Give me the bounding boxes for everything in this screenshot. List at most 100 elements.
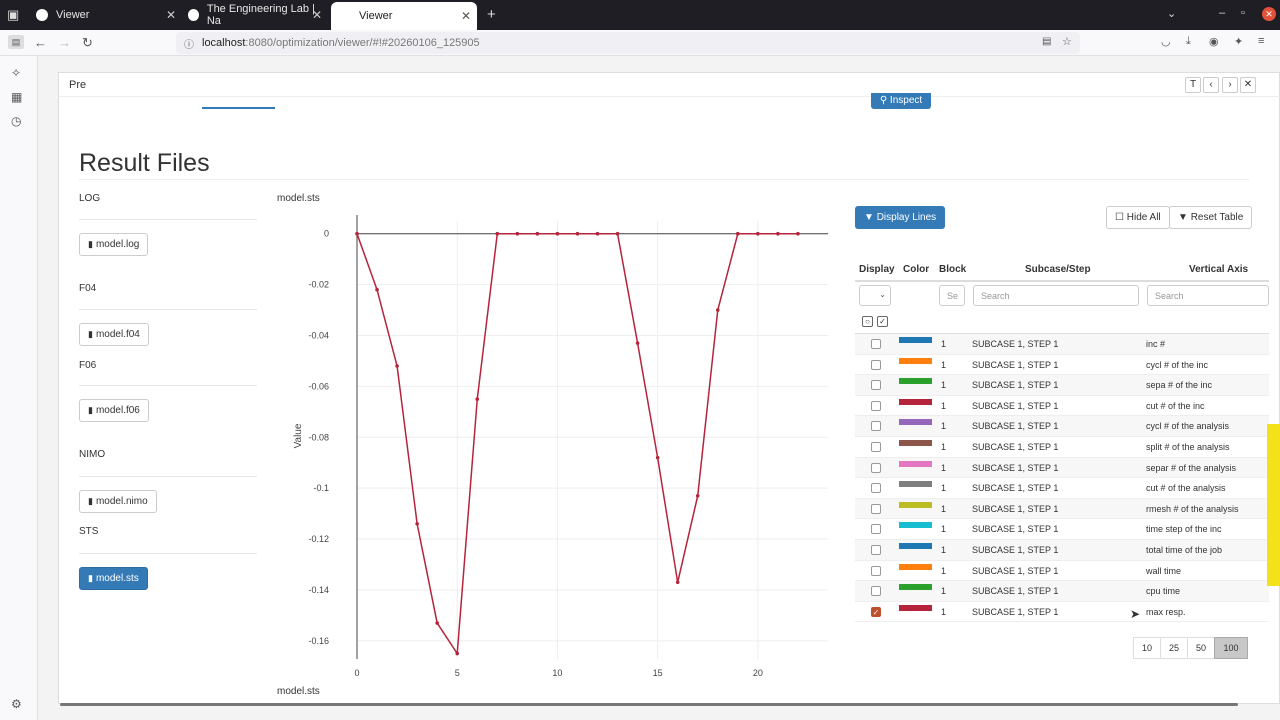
menu-icon[interactable]: ≡ [1258,35,1264,47]
maximize-icon[interactable]: ▫ [1241,7,1245,19]
display-checkbox[interactable] [871,359,881,370]
ai-chat-icon[interactable]: ✧ [11,66,21,80]
table-row[interactable]: 1 SUBCASE 1, STEP 1 separ # of the analysi… [855,457,1269,479]
table-row[interactable]: 1 SUBCASE 1, STEP 1 time step of the inc [855,519,1269,540]
display-checkbox[interactable] [871,400,881,411]
header-display[interactable]: Display [859,264,895,275]
display-checkbox[interactable] [871,503,881,514]
close-tab-icon[interactable]: ✕ [166,8,176,22]
reset-table-button[interactable]: ▼ Reset Table [1169,206,1253,229]
extensions-icon[interactable]: ✦ [1234,35,1243,48]
table-row[interactable]: 1 SUBCASE 1, STEP 1 total time of the job [855,539,1269,561]
prev-icon[interactable]: ‹ [1203,77,1219,93]
bookmark-star-icon[interactable]: ☆ [1062,35,1072,48]
close-tab-icon[interactable]: ✕ [461,9,471,23]
file-button-log[interactable]: ▮ model.log [79,233,149,256]
text-format-icon[interactable]: T [1185,77,1201,93]
browser-tab-2[interactable]: The Engineering Lab | Na ✕ [180,0,328,30]
file-button-f04[interactable]: ▮ model.f04 [79,323,149,346]
display-checkbox[interactable] [871,586,881,597]
deselect-all-icon[interactable]: ○ [862,316,873,327]
table-row[interactable]: 1 SUBCASE 1, STEP 1 cpu time [855,581,1269,602]
history-icon[interactable]: ◷ [11,114,21,128]
page-size-button[interactable]: 25 [1160,637,1188,659]
site-info-icon[interactable]: ⓘ [184,36,194,51]
display-checkbox[interactable] [871,441,881,452]
color-swatch[interactable] [899,337,932,343]
reader-view-icon[interactable]: ▤ [1042,36,1051,47]
color-swatch[interactable] [899,501,932,508]
header-subcase[interactable]: Subcase/Step [1025,264,1091,275]
table-row[interactable]: 1 SUBCASE 1, STEP 1 inc # [855,334,1269,355]
color-swatch[interactable] [899,522,932,529]
tab-overview-icon[interactable]: ▣ [7,7,19,23]
color-swatch[interactable] [899,357,932,364]
table-row[interactable]: 1 SUBCASE 1, STEP 1 wall time [855,561,1269,582]
account-icon[interactable]: ◉ [1209,35,1219,48]
color-swatch[interactable] [899,563,932,570]
color-swatch[interactable] [899,604,932,611]
color-swatch[interactable] [899,419,932,426]
file-button-nimo[interactable]: ▮ model.nimo [79,490,157,513]
new-tab-icon[interactable]: + [487,6,496,23]
back-icon[interactable]: ← [34,35,47,50]
select-all-icon[interactable]: ✓ [877,316,888,327]
page-size-button[interactable]: 50 [1187,637,1215,659]
minimize-icon[interactable]: – [1219,7,1225,19]
file-button-sts[interactable]: ▮ model.sts [79,567,148,590]
browser-tab-1[interactable]: Viewer ✕ [28,0,182,30]
color-swatch[interactable] [899,584,932,591]
page-size-button[interactable]: 10 [1133,637,1161,659]
close-window-icon[interactable]: ✕ [1262,7,1276,21]
close-tab-icon[interactable]: ✕ [312,8,322,22]
reload-icon[interactable]: ↻ [82,35,93,51]
color-swatch[interactable] [899,439,932,446]
inspect-button[interactable]: ⚲ Inspect [871,93,931,109]
horizontal-scrollbar[interactable] [60,703,1238,706]
downloads-icon[interactable]: ⤓ [1186,35,1191,48]
color-swatch[interactable] [899,460,932,467]
table-row[interactable]: 1 SUBCASE 1, STEP 1 cut # of the analysis [855,478,1269,499]
synced-tabs-icon[interactable]: ▦ [11,90,22,104]
color-swatch[interactable] [899,398,932,405]
display-checkbox[interactable] [871,544,881,555]
close-panel-icon[interactable]: ✕ [1240,77,1256,93]
hide-all-button[interactable]: ☐ Hide All [1106,206,1170,229]
display-filter-select[interactable]: ⌄ [859,285,891,306]
settings-gear-icon[interactable]: ⚙ [11,697,22,711]
color-swatch[interactable] [899,542,932,549]
display-checkbox[interactable] [871,565,881,576]
pocket-icon[interactable]: ◡ [1161,35,1171,48]
header-block[interactable]: Block [939,264,966,275]
vertical-filter-input[interactable]: Search [1147,285,1269,306]
display-checkbox[interactable] [871,380,881,391]
block-filter-input[interactable]: Se [939,285,965,306]
sidebar-toggle-icon[interactable]: ▤ [8,35,24,49]
table-row[interactable]: ✓ 1 SUBCASE 1, STEP 1 max resp. [855,602,1269,623]
color-swatch[interactable] [899,378,932,385]
display-checkbox[interactable]: ✓ [871,606,881,617]
table-row[interactable]: 1 SUBCASE 1, STEP 1 rmesh # of the analysi… [855,498,1269,520]
page-size-button[interactable]: 100 [1214,637,1248,659]
browser-tab-3[interactable]: Viewer ✕ [331,2,477,30]
table-row[interactable]: 1 SUBCASE 1, STEP 1 cycl # of the analysis [855,416,1269,437]
color-swatch[interactable] [899,481,932,488]
header-color[interactable]: Color [903,264,929,275]
display-checkbox[interactable] [871,524,881,535]
chevron-down-icon[interactable]: ⌄ [1167,7,1176,20]
url-bar[interactable]: ⓘ localhost :8080/optimization/viewer/#!… [176,32,1080,54]
display-checkbox[interactable] [871,339,881,349]
file-button-f06[interactable]: ▮ model.f06 [79,399,149,422]
display-checkbox[interactable] [871,462,881,473]
subcase-filter-input[interactable]: Search [973,285,1139,306]
display-lines-button[interactable]: ▼ Display Lines [855,206,946,229]
table-row[interactable]: 1 SUBCASE 1, STEP 1 cut # of the inc [855,396,1269,417]
header-vertical-axis[interactable]: Vertical Axis [1189,264,1248,275]
next-icon[interactable]: › [1222,77,1238,93]
forward-icon[interactable]: → [58,35,71,50]
table-row[interactable]: 1 SUBCASE 1, STEP 1 split # of the analysi… [855,437,1269,458]
table-row[interactable]: 1 SUBCASE 1, STEP 1 sepa # of the inc [855,375,1269,396]
display-checkbox[interactable] [871,421,881,432]
table-row[interactable]: 1 SUBCASE 1, STEP 1 cycl # of the inc [855,355,1269,376]
display-checkbox[interactable] [871,483,881,494]
